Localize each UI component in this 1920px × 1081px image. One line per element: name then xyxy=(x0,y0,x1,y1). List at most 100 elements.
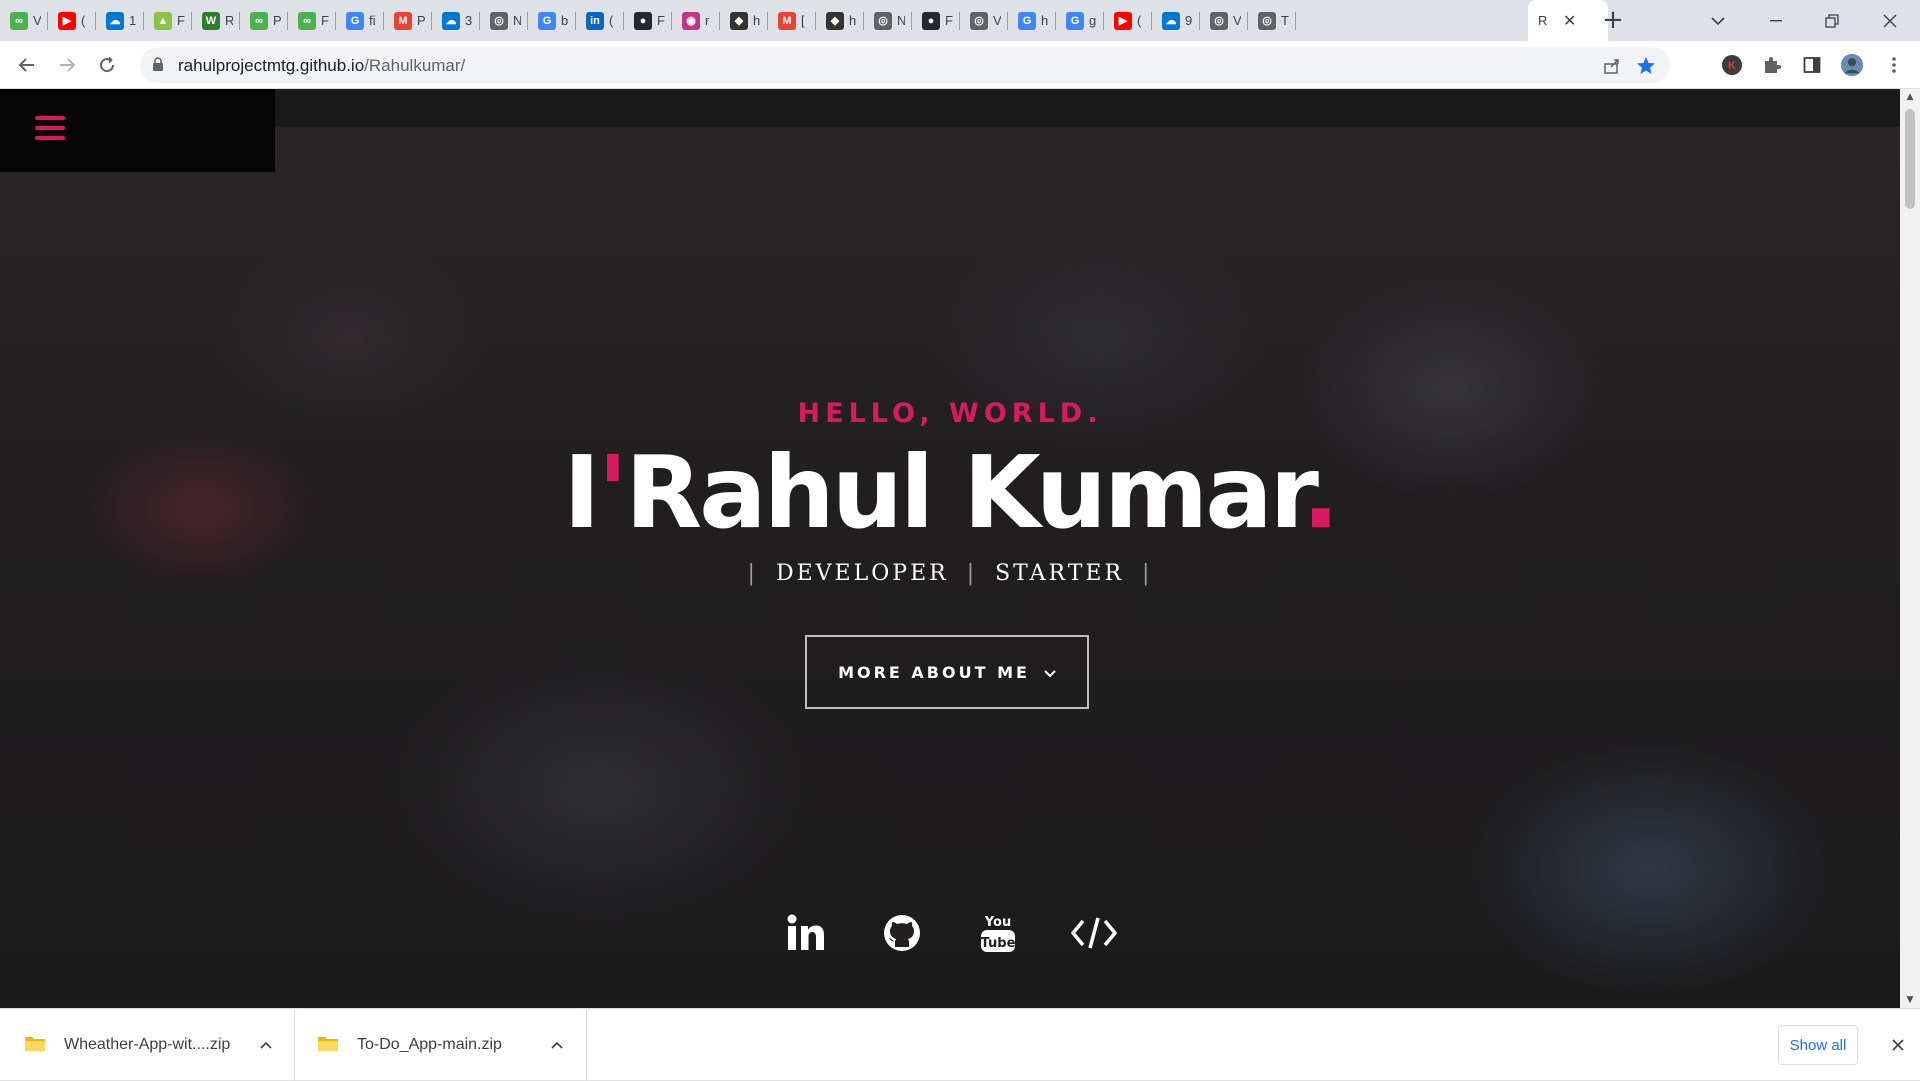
tab-title: ( xyxy=(1137,13,1142,28)
youtube-icon: ▶ xyxy=(58,11,76,30)
extensions-puzzle-icon[interactable] xyxy=(1760,53,1784,77)
tab-23[interactable]: ▶( xyxy=(1104,0,1152,41)
share-icon[interactable] xyxy=(1601,55,1623,77)
scroll-up-icon[interactable]: ▲ xyxy=(1905,92,1915,102)
hero-name: I'Rahul Kumar. xyxy=(0,434,1900,551)
infinity-icon: ∞ xyxy=(10,11,28,30)
youtube-icon[interactable]: You Tube xyxy=(974,909,1022,957)
code-icon[interactable] xyxy=(1070,909,1118,957)
instagram-icon: ◉ xyxy=(682,11,700,30)
folder-zip-icon xyxy=(317,1034,339,1056)
url-text[interactable]: rahulprojectmtg.github.io/Rahulkumar/ xyxy=(178,56,465,76)
tab-search-icon[interactable] xyxy=(1690,0,1746,41)
hero-section: HELLO, WORLD. I'Rahul Kumar. | DEVELOPER |… xyxy=(0,89,1900,1008)
tab-12[interactable]: in ( xyxy=(576,0,624,41)
tab-18[interactable]: ◎ N xyxy=(864,0,912,41)
browser-toolbar: rahulprojectmtg.github.io/Rahulkumar/ K xyxy=(0,41,1920,89)
minimize-icon[interactable] xyxy=(1748,0,1804,41)
new-tab-button[interactable]: + xyxy=(1598,6,1628,36)
tab-active[interactable]: R ✕ xyxy=(1528,0,1608,41)
google-icon: G xyxy=(346,11,364,30)
close-tab-icon[interactable]: ✕ xyxy=(1563,11,1576,30)
back-button[interactable] xyxy=(11,49,43,81)
tab-9[interactable]: ☁ 3 xyxy=(432,0,480,41)
address-bar[interactable]: rahulprojectmtg.github.io/Rahulkumar/ xyxy=(140,47,1670,83)
chevron-up-icon[interactable] xyxy=(547,1035,567,1055)
tab-26[interactable]: ◎ T xyxy=(1248,0,1296,41)
chevron-down-icon xyxy=(1044,663,1056,682)
tab-title: 9 xyxy=(1185,13,1193,28)
tab-16[interactable]: M[ xyxy=(768,0,816,41)
tab-title: P xyxy=(417,13,425,28)
more-about-me-button[interactable]: MORE ABOUT ME xyxy=(805,635,1089,709)
avatar[interactable] xyxy=(1840,53,1864,77)
name-prefix: I xyxy=(563,434,600,551)
close-window-icon[interactable] xyxy=(1862,0,1918,41)
tab-7[interactable]: Gfi xyxy=(336,0,384,41)
tab-6[interactable]: ∞ F xyxy=(288,0,336,41)
role-separator: | xyxy=(747,561,758,586)
bookmark-star-icon[interactable] xyxy=(1635,55,1657,77)
side-panel-icon[interactable] xyxy=(1800,53,1824,77)
globe-icon: ◎ xyxy=(970,11,988,30)
linkedin-icon: in xyxy=(586,11,604,30)
page-scrollbar[interactable]: ▲ ▼ xyxy=(1900,89,1920,1008)
tab-2[interactable]: ☁ 1 xyxy=(96,0,144,41)
name-text: Rahul Kumar xyxy=(625,434,1305,551)
tab-25[interactable]: ◎ V xyxy=(1200,0,1248,41)
github-icon: ● xyxy=(922,11,940,30)
tab-21[interactable]: Gh xyxy=(1008,0,1056,41)
profile-k-icon[interactable]: K xyxy=(1720,53,1744,77)
tab-title: N xyxy=(897,13,905,28)
reload-button[interactable] xyxy=(91,49,123,81)
role-separator: | xyxy=(966,561,978,586)
tab-20[interactable]: ◎ V xyxy=(960,0,1008,41)
menu-box xyxy=(0,89,275,172)
tab-24[interactable]: ☁ 9 xyxy=(1152,0,1200,41)
chevron-up-icon[interactable] xyxy=(256,1035,276,1055)
hamburger-menu-icon[interactable] xyxy=(35,116,65,142)
globe-icon: ◎ xyxy=(874,11,892,30)
linkedin-icon[interactable] xyxy=(782,909,830,957)
scroll-thumb[interactable] xyxy=(1905,109,1915,209)
tab-title: fi xyxy=(369,13,376,28)
tab-17[interactable]: ◆ h xyxy=(816,0,864,41)
tab-5[interactable]: ∞ P xyxy=(240,0,288,41)
download-item[interactable]: To-Do_App-main.zip xyxy=(295,1009,587,1081)
forward-button[interactable] xyxy=(51,49,83,81)
hello-heading: HELLO, WORLD. xyxy=(797,398,1103,429)
scroll-down-icon[interactable]: ▼ xyxy=(1905,995,1915,1005)
tab-13[interactable]: ● F xyxy=(624,0,672,41)
lock-icon[interactable] xyxy=(152,57,164,76)
tab-title: V xyxy=(1233,13,1241,28)
chrome-menu-icon[interactable] xyxy=(1882,53,1906,77)
tab-8[interactable]: MP xyxy=(384,0,432,41)
tab-title: ( xyxy=(609,13,614,28)
tab-22[interactable]: Gg xyxy=(1056,0,1104,41)
tab-19[interactable]: ● F xyxy=(912,0,960,41)
tab-1[interactable]: ▶( xyxy=(48,0,96,41)
url-host: rahulprojectmtg.github.io xyxy=(178,56,365,75)
tab-0[interactable]: ∞ V xyxy=(0,0,48,41)
tab-4[interactable]: WR xyxy=(192,0,240,41)
tab-15[interactable]: ◆ h xyxy=(720,0,768,41)
downloads-bar: Wheather-App-wit....zip To-Do_App-main.z… xyxy=(0,1008,1920,1081)
show-all-button[interactable]: Show all xyxy=(1778,1025,1858,1065)
github-icon[interactable] xyxy=(878,909,926,957)
tab-title: T xyxy=(1281,13,1289,28)
tab-10[interactable]: ◎ N xyxy=(480,0,528,41)
download-item[interactable]: Wheather-App-wit....zip xyxy=(0,1009,295,1081)
google-icon: G xyxy=(1066,11,1084,30)
restore-icon[interactable] xyxy=(1804,0,1860,41)
onedrive-icon: ☁ xyxy=(106,11,124,30)
more-about-me-label: MORE ABOUT ME xyxy=(838,662,1030,682)
tab-title: 1 xyxy=(129,13,137,28)
tab-14[interactable]: ◉ r xyxy=(672,0,720,41)
tab-11[interactable]: Gb xyxy=(528,0,576,41)
tab-title: b xyxy=(561,13,569,28)
svg-text:Tube: Tube xyxy=(981,936,1016,951)
tab-title: [ xyxy=(801,13,805,28)
infinity-icon: ∞ xyxy=(298,11,316,30)
tab-3[interactable]: ▲ F xyxy=(144,0,192,41)
close-downloads-icon[interactable] xyxy=(1886,1033,1910,1057)
